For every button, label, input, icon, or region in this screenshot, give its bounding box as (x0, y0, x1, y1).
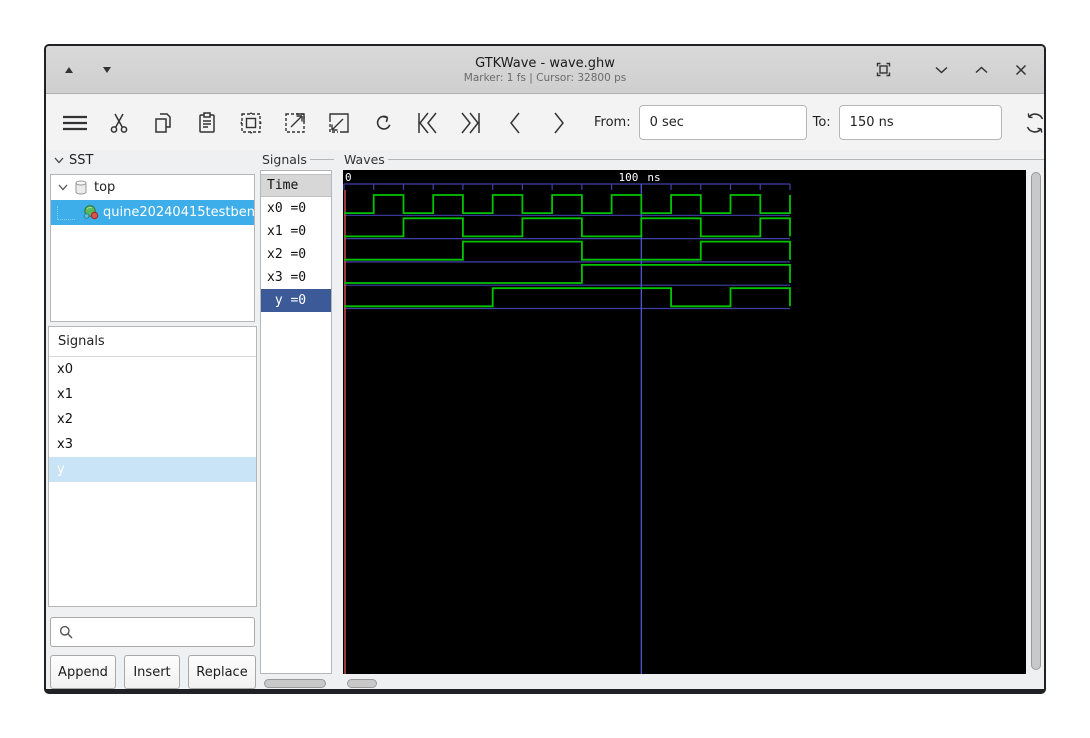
signal-list-item[interactable]: x0 (49, 357, 256, 382)
zoom-fit-button[interactable] (236, 108, 266, 138)
signal-search[interactable] (50, 617, 255, 647)
sst-header-label: SST (69, 153, 94, 168)
tree-item-label: top (94, 180, 116, 195)
menu-icon (63, 115, 87, 130)
svg-text:0: 0 (345, 171, 352, 184)
tree-connector (57, 205, 75, 220)
signals-column: Signals Time x0 =0 x1 =0 x2 =0 x3 =0 y =… (260, 150, 334, 689)
signal-list-item[interactable]: x1 (49, 382, 256, 407)
waves-vscrollbar[interactable] (1030, 170, 1043, 674)
zoom-fit-icon (240, 111, 262, 134)
insert-button[interactable]: Insert (124, 655, 180, 689)
trace-label-row-selected[interactable]: y =0 (261, 289, 331, 312)
signal-list-item-selected[interactable]: y (49, 457, 256, 482)
sst-header[interactable]: SST (54, 153, 93, 168)
zoom-in-icon (285, 112, 305, 133)
titlebar: GTKWave - wave.ghw Marker: 1 fs | Cursor… (46, 46, 1044, 94)
toolbar: From: To: (46, 95, 1044, 150)
menu-button[interactable] (60, 108, 90, 138)
trace-label-row[interactable]: x3 =0 (261, 266, 331, 289)
gtkwave-window: GTKWave - wave.ghw Marker: 1 fs | Cursor… (44, 44, 1046, 694)
signal-list-item[interactable]: x2 (49, 407, 256, 432)
maximize-button[interactable] (972, 61, 990, 79)
go-to-end-button[interactable] (456, 108, 486, 138)
go-to-start-icon (418, 112, 437, 133)
close-button[interactable] (1012, 61, 1030, 79)
paste-button[interactable] (192, 108, 222, 138)
zoom-out-button[interactable] (324, 108, 354, 138)
copy-icon (155, 112, 171, 133)
tree-item-label: quine20240415testbench (103, 205, 254, 220)
step-right-button[interactable] (544, 108, 574, 138)
copy-button[interactable] (148, 108, 178, 138)
step-left-icon (510, 112, 520, 133)
trace-label-row[interactable]: x0 =0 (261, 197, 331, 220)
reload-icon (1026, 112, 1043, 133)
to-label: To: (812, 115, 831, 130)
scrollbar-thumb[interactable] (264, 679, 326, 688)
chevron-down-icon (58, 184, 68, 191)
search-icon (59, 625, 73, 639)
module-icon (83, 205, 99, 220)
minimize-button[interactable] (932, 61, 950, 79)
signals-list-header: Signals (49, 327, 256, 357)
signals-column-hscrollbar[interactable] (262, 678, 330, 689)
replace-button[interactable]: Replace (188, 655, 256, 689)
zoom-in-button[interactable] (280, 108, 310, 138)
sst-tree: top quine20240415testbench (50, 174, 255, 322)
from-input[interactable] (638, 105, 807, 140)
signals-frame-label: Signals (262, 152, 307, 167)
wave-canvas[interactable]: 0 100 ns (343, 170, 1026, 674)
waves-panel: Waves 0 100 ns (338, 150, 1044, 689)
undo-button[interactable] (368, 108, 398, 138)
svg-text:ns: ns (647, 171, 660, 184)
step-left-button[interactable] (500, 108, 530, 138)
scrollbar-thumb[interactable] (347, 679, 377, 688)
go-to-end-icon (461, 112, 480, 133)
trace-label-row[interactable]: x2 =0 (261, 243, 331, 266)
to-input[interactable] (838, 105, 1002, 140)
from-label: From: (594, 115, 631, 130)
signals-column-box: Time x0 =0 x1 =0 x2 =0 x3 =0 y =0 (260, 170, 332, 674)
titlebar-down-arrow-icon[interactable] (98, 61, 116, 79)
undo-icon (376, 115, 391, 130)
reload-button[interactable] (1022, 108, 1044, 138)
titlebar-up-arrow-icon[interactable] (60, 61, 78, 79)
chevron-down-icon (54, 157, 64, 164)
waves-frame-label: Waves (344, 152, 385, 167)
signals-list-panel: Signals x0 x1 x2 x3 y (48, 326, 257, 607)
cut-icon (110, 113, 128, 133)
fit-window-button[interactable] (874, 61, 892, 79)
tree-item-testbench[interactable]: quine20240415testbench (51, 200, 254, 225)
waves-hscrollbar[interactable] (343, 678, 1026, 689)
append-button[interactable]: Append (50, 655, 116, 689)
zoom-out-icon (329, 112, 349, 133)
cut-button[interactable] (104, 108, 134, 138)
scrollbar-thumb[interactable] (1031, 172, 1041, 670)
trace-label-row[interactable]: x1 =0 (261, 220, 331, 243)
step-right-icon (554, 112, 564, 133)
search-input[interactable] (79, 618, 254, 646)
go-to-start-button[interactable] (412, 108, 442, 138)
tree-item-top[interactable]: top (51, 175, 254, 200)
database-icon (74, 180, 88, 195)
svg-text:100: 100 (618, 171, 638, 184)
signal-list-item[interactable]: x3 (49, 432, 256, 457)
time-header[interactable]: Time (261, 174, 331, 197)
content-area: SST top quine20240415testbench Signals x… (46, 150, 1044, 689)
paste-icon (199, 111, 215, 133)
